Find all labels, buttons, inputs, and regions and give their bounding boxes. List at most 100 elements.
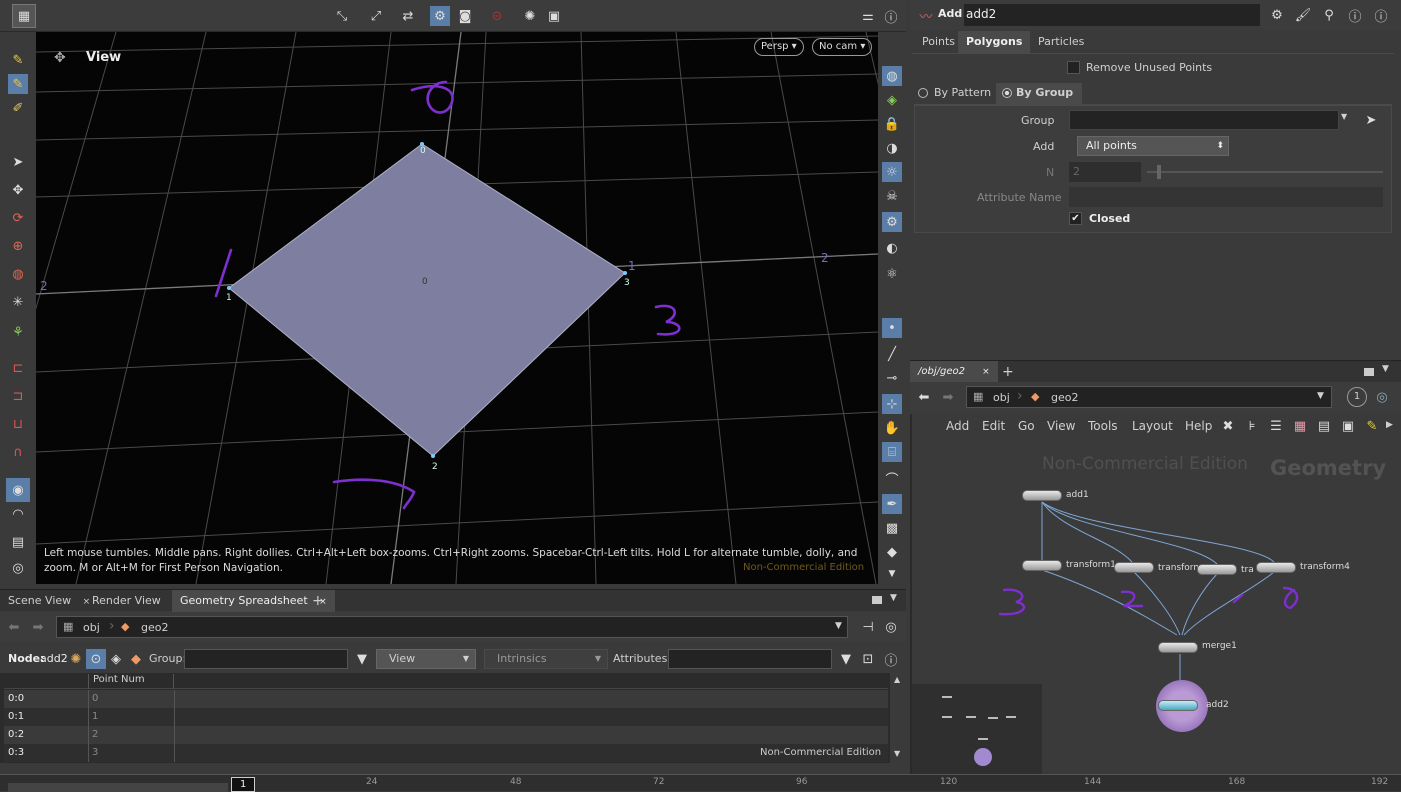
path-field[interactable]: ▦ obj › ◆ geo2 ▼ bbox=[56, 616, 848, 638]
n-field[interactable]: 2 bbox=[1069, 162, 1141, 182]
points-mode-icon[interactable]: ✺ bbox=[66, 649, 86, 669]
select-icon[interactable]: ⤡ bbox=[332, 6, 352, 26]
snap2-icon[interactable]: ⊹ bbox=[882, 394, 902, 414]
pane-dropdown-icon[interactable]: ▼ bbox=[890, 593, 897, 603]
tree-icon[interactable]: ⊧ bbox=[1242, 416, 1262, 436]
pane-menu-icon[interactable] bbox=[872, 596, 882, 604]
network-dropdown-icon[interactable]: ▼ bbox=[1382, 364, 1389, 374]
network-number-icon[interactable]: 1 bbox=[1347, 387, 1367, 407]
cam-view-icon[interactable]: ⚙ bbox=[882, 212, 902, 232]
back-arrow-icon[interactable]: ⬅ bbox=[4, 617, 24, 637]
spreadsheet-help-icon[interactable]: ⓘ bbox=[881, 649, 901, 669]
select-arrow-icon[interactable]: ➤ bbox=[8, 152, 28, 172]
sphere-icon[interactable]: ◎ bbox=[8, 558, 28, 578]
export-icon[interactable]: ⊡ bbox=[858, 649, 878, 669]
chevron-down-icon[interactable]: ▼ bbox=[1317, 391, 1324, 401]
image-icon[interactable]: ▣ bbox=[1338, 416, 1358, 436]
forward-arrow-icon[interactable]: ➡ bbox=[28, 617, 48, 637]
snap-icon[interactable]: ⚙ bbox=[430, 6, 450, 26]
menu-edit[interactable]: Edit bbox=[982, 419, 1005, 433]
node-name-field[interactable]: add2 bbox=[964, 4, 1260, 26]
node-transform1[interactable] bbox=[1022, 560, 1062, 571]
note-icon[interactable]: ✎ bbox=[1362, 416, 1382, 436]
node-transform2[interactable] bbox=[1114, 562, 1154, 573]
attr-name-field[interactable] bbox=[1069, 187, 1383, 207]
table-row[interactable]: 0:0 0 bbox=[4, 690, 888, 708]
intrinsics-dropdown[interactable]: Intrinsics ▼ bbox=[484, 649, 608, 669]
detail-mode-icon[interactable]: ◆ bbox=[126, 649, 146, 669]
menu-go[interactable]: Go bbox=[1018, 419, 1035, 433]
table-row[interactable]: 0:2 2 bbox=[4, 726, 888, 744]
checker-icon[interactable]: ▩ bbox=[882, 518, 902, 538]
subtab-by-pattern[interactable]: By Pattern bbox=[914, 83, 994, 105]
crumb-obj[interactable]: obj bbox=[83, 621, 100, 634]
crumb-geo[interactable]: geo2 bbox=[141, 621, 168, 634]
layers-icon[interactable]: ◈ bbox=[882, 90, 902, 110]
ghost-icon[interactable]: ◍ bbox=[882, 66, 902, 86]
paint-icon[interactable]: ⚘ bbox=[8, 322, 28, 342]
paint-brush-icon[interactable]: 🖌 bbox=[1293, 5, 1313, 25]
cam-dropdown[interactable]: No cam ▾ bbox=[812, 38, 873, 56]
prim-mode-icon[interactable]: ◈ bbox=[106, 649, 126, 669]
viewport[interactable]: 2 2 1 0 1 2 3 0 ✥ View Persp ▾ No cam ▾ … bbox=[36, 32, 878, 584]
wire-icon[interactable]: ⚛ bbox=[882, 264, 902, 284]
stop-icon[interactable]: ⊝ bbox=[487, 6, 507, 26]
eye-icon[interactable]: ◑ bbox=[882, 138, 902, 158]
param-help-icon[interactable]: ⓘ bbox=[1371, 5, 1391, 25]
edge-icon[interactable]: ╱ bbox=[882, 344, 902, 364]
remove-unused-checkbox[interactable] bbox=[1067, 61, 1080, 74]
wrench-icon[interactable]: ✖ bbox=[1218, 416, 1238, 436]
table-row[interactable]: 0:3 3 bbox=[4, 744, 888, 762]
camera-icon[interactable]: ◙ bbox=[455, 6, 475, 26]
pen-icon[interactable]: ✒ bbox=[882, 494, 902, 514]
subtab-by-group[interactable]: By Group bbox=[996, 83, 1082, 105]
grid-menu-icon[interactable]: ▦ bbox=[12, 4, 36, 28]
close-icon[interactable]: × bbox=[982, 367, 990, 377]
tab-particles[interactable]: Particles bbox=[1030, 31, 1092, 53]
layout-icon[interactable]: ▤ bbox=[1314, 416, 1334, 436]
node-transform3[interactable] bbox=[1197, 564, 1237, 575]
network-path-field[interactable]: ▦ obj › ◆ geo2 ▼ bbox=[966, 386, 1332, 408]
current-frame[interactable]: 1 bbox=[231, 777, 255, 792]
menu-add[interactable]: Add bbox=[946, 419, 969, 433]
network-minimap[interactable] bbox=[912, 684, 1042, 774]
magnet3-icon[interactable]: ⊔ bbox=[8, 414, 28, 434]
table-row[interactable]: 0:1 1 bbox=[4, 708, 888, 726]
network-link-icon[interactable]: ◎ bbox=[1372, 387, 1392, 407]
menu-tools[interactable]: Tools bbox=[1088, 419, 1118, 433]
brush-icon[interactable]: ✎ bbox=[8, 50, 28, 70]
node-transform4[interactable] bbox=[1256, 562, 1296, 573]
node-merge1[interactable] bbox=[1158, 642, 1198, 653]
normal-icon[interactable]: ⊸ bbox=[882, 368, 902, 388]
add-mode-dropdown[interactable]: All points ⬍ bbox=[1077, 136, 1229, 156]
gear-icon[interactable]: ⚙ bbox=[1267, 5, 1287, 25]
move-icon[interactable]: ✥ bbox=[8, 180, 28, 200]
magnet4-icon[interactable]: ∩ bbox=[8, 442, 28, 462]
link-icon[interactable]: ◎ bbox=[881, 617, 901, 637]
closed-checkbox[interactable]: ✔ bbox=[1069, 212, 1082, 225]
pin-icon[interactable]: ⊣ bbox=[858, 617, 878, 637]
light-icon[interactable]: ☼ bbox=[882, 162, 902, 182]
pose-icon[interactable]: ✳ bbox=[8, 292, 28, 312]
eraser-icon[interactable]: ✐ bbox=[8, 98, 28, 118]
transform-icon[interactable]: ⇄ bbox=[398, 6, 418, 26]
points-icon[interactable]: • bbox=[882, 318, 902, 338]
paint2-icon[interactable]: ✋ bbox=[882, 418, 902, 438]
group-field[interactable] bbox=[184, 649, 348, 669]
info-icon[interactable]: ⓘ bbox=[1345, 5, 1365, 25]
handle-icon[interactable]: ◍ bbox=[8, 264, 28, 284]
column-header-point-num[interactable]: Point Num bbox=[88, 674, 174, 689]
palette-icon[interactable]: ▦ bbox=[1290, 416, 1310, 436]
group-field[interactable] bbox=[1069, 110, 1339, 130]
view-dropdown[interactable]: View ▼ bbox=[376, 649, 476, 669]
scale-icon[interactable]: ⊕ bbox=[8, 236, 28, 256]
n-slider[interactable] bbox=[1147, 165, 1383, 179]
pick-icon[interactable]: ⤢ bbox=[366, 6, 386, 26]
menu-more-icon[interactable]: ▶ bbox=[1386, 420, 1393, 430]
brush2-icon[interactable]: ✎ bbox=[8, 74, 28, 94]
guide-icon[interactable]: ⌸ bbox=[882, 442, 902, 462]
menu-layout[interactable]: Layout bbox=[1132, 419, 1173, 433]
render-icon[interactable]: ✺ bbox=[520, 6, 540, 26]
node-add2[interactable] bbox=[1158, 700, 1198, 711]
sticky-icon[interactable]: ▤ bbox=[8, 532, 28, 552]
